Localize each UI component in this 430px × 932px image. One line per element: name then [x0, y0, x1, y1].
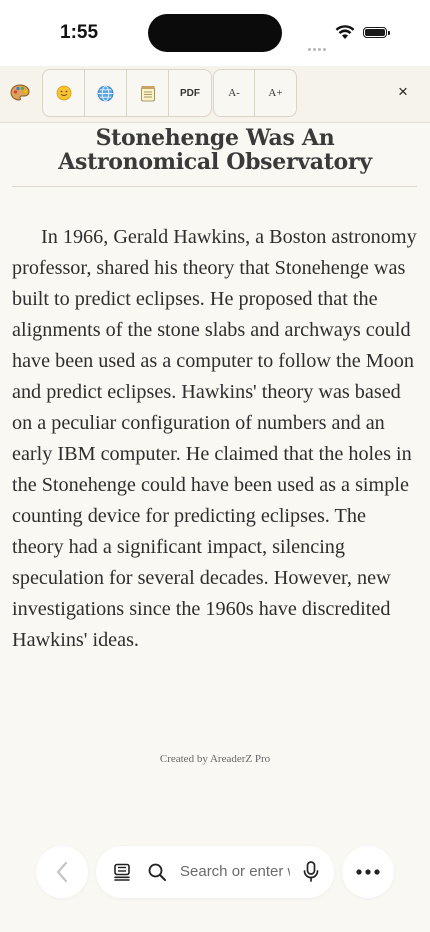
increase-font-button[interactable]: A+: [255, 70, 296, 116]
ellipsis-icon: [356, 869, 380, 875]
more-button[interactable]: [342, 846, 394, 898]
translate-button[interactable]: [85, 70, 127, 116]
microphone-icon[interactable]: [302, 860, 320, 888]
search-icon: [147, 862, 167, 886]
toolbar-button-group: PDF: [42, 69, 212, 117]
font-size-group: A- A+: [213, 69, 297, 117]
search-input[interactable]: Search or enter website: [180, 863, 290, 880]
battery-icon: [363, 27, 390, 38]
notes-button[interactable]: [127, 70, 169, 116]
back-button[interactable]: [36, 846, 88, 898]
chevron-left-icon: [56, 861, 68, 883]
decrease-font-button[interactable]: A-: [214, 70, 255, 116]
article-title-line-2: Astronomical Observatory: [58, 149, 372, 175]
dynamic-island: [148, 14, 282, 52]
emoji-button[interactable]: [43, 70, 85, 116]
cellular-signal-icon: [308, 36, 328, 55]
reader-toolbar: PDF A- A+ ×: [0, 66, 430, 123]
globe-icon: [97, 85, 114, 101]
status-bar: 1:55: [0, 0, 430, 66]
credit-text: Created by AreaderZ Pro: [159, 753, 271, 765]
reader-mode-icon[interactable]: [112, 862, 132, 886]
wifi-icon: [335, 25, 355, 44]
address-bar[interactable]: Search or enter website: [96, 846, 334, 898]
article-body: In 1966, Gerald Hawkins, a Boston astron…: [12, 226, 417, 651]
article-title: Stonehenge Was An Astronomical Observato…: [0, 126, 430, 174]
article-title-line-1: Stonehenge Was An: [95, 125, 335, 151]
title-divider: [12, 186, 417, 187]
palette-icon[interactable]: [10, 84, 30, 106]
close-button[interactable]: ×: [398, 82, 408, 102]
notepad-icon: [140, 85, 155, 101]
pdf-button[interactable]: PDF: [169, 70, 211, 116]
status-time: 1:55: [60, 22, 99, 43]
emoji-icon: [56, 85, 71, 101]
